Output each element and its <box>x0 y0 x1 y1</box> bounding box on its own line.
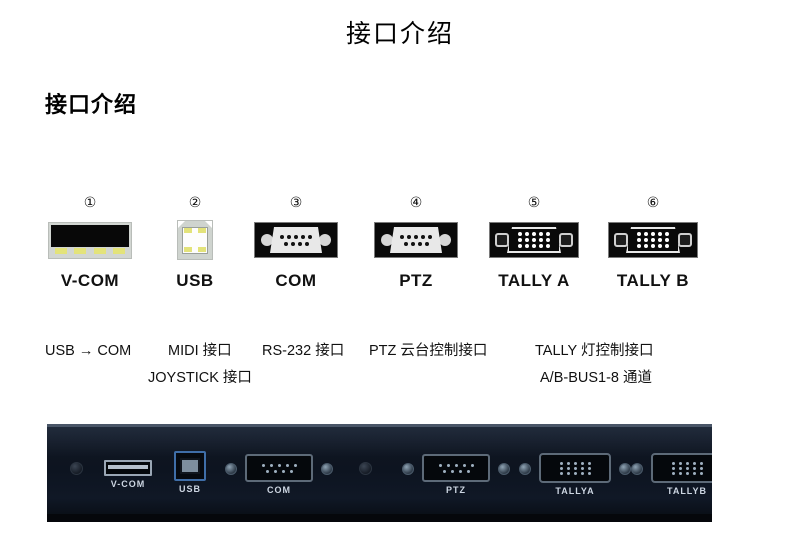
connector-number-4: ④ <box>409 195 423 211</box>
usb-a-port-icon <box>30 217 150 263</box>
connector-label-tally-a: TALLY A <box>498 271 570 290</box>
connector-item-tally-a: ⑤ TALLY A <box>474 196 594 291</box>
hd15-port-icon-tally-b <box>593 217 713 263</box>
connector-number-5: ⑤ <box>527 195 541 211</box>
panel-hd15-port-icon-tally-a <box>539 453 611 483</box>
connector-label-ptz: PTZ <box>399 271 433 290</box>
jack-screw-ptz-right <box>498 463 510 475</box>
panel-port-ptz: PTZ <box>422 454 490 495</box>
panel-db9-port-icon-com <box>245 454 313 482</box>
panel-port-v-com: V-COM <box>104 460 152 489</box>
panel-label-v-com: V-COM <box>110 479 146 489</box>
connector-descriptions: USB → COM MIDI 接口 JOYSTICK 接口 RS-232 接口 … <box>0 340 800 400</box>
jack-screw-tally-a-left <box>519 463 531 475</box>
db9-port-icon-com <box>236 217 356 263</box>
connector-number-1: ① <box>83 195 97 211</box>
chassis-screw-mid <box>359 462 372 475</box>
jack-screw-tally-b-left <box>631 463 643 475</box>
panel-usb-b-port-icon <box>174 451 206 481</box>
hd15-port-icon-tally-a <box>474 217 594 263</box>
section-heading: 接口介绍 <box>45 92 138 117</box>
panel-port-usb: USB <box>174 451 206 494</box>
connector-item-tally-b: ⑥ TALLY B <box>593 196 713 291</box>
panel-label-com: COM <box>267 485 291 495</box>
jack-screw-com-left <box>225 463 237 475</box>
panel-usb-a-port-icon <box>104 460 152 476</box>
description-tally-bus: A/B-BUS1-8 通道 <box>540 370 652 386</box>
connector-number-6: ⑥ <box>646 195 660 211</box>
jack-screw-com-right <box>321 463 333 475</box>
connector-item-v-com: ① V-COM <box>30 196 150 291</box>
page-title: 接口介绍 <box>345 21 454 48</box>
description-ptz: PTZ 云台控制接口 <box>369 343 488 359</box>
description-rs232: RS-232 接口 <box>262 343 345 359</box>
panel-port-tally-a: TALLYA <box>539 453 611 496</box>
panel-label-usb: USB <box>178 484 201 494</box>
description-usb-to-com: USB → COM <box>45 343 132 359</box>
jack-screw-ptz-left <box>402 463 414 475</box>
description-tally: TALLY 灯控制接口 <box>535 343 654 359</box>
rear-panel-photo: V-COM USB COM PTZ TALLYA TALLYB <box>47 424 712 522</box>
connector-number-3: ③ <box>289 195 303 211</box>
description-joystick: JOYSTICK 接口 <box>148 370 252 386</box>
panel-label-tally-a: TALLYA <box>555 486 595 496</box>
connector-item-ptz: ④ PTZ <box>356 196 476 291</box>
panel-sheen <box>47 427 712 457</box>
chassis-screw-left <box>70 462 83 475</box>
description-midi: MIDI 接口 <box>168 343 232 359</box>
panel-label-ptz: PTZ <box>446 485 466 495</box>
connector-diagram-row: ① V-COM ② USB ③ COM ④ PTZ ⑤ TALLY A ⑥ TA… <box>0 196 800 306</box>
panel-hd15-port-icon-tally-b <box>651 453 712 483</box>
panel-label-tally-b: TALLYB <box>666 486 707 496</box>
panel-db9-port-icon-ptz <box>422 454 490 482</box>
connector-item-com: ③ COM <box>236 196 356 291</box>
db9-port-icon-ptz <box>356 217 476 263</box>
connector-label-v-com: V-COM <box>60 271 120 290</box>
connector-label-tally-b: TALLY B <box>616 271 690 290</box>
panel-port-tally-b: TALLYB <box>651 453 712 496</box>
connector-label-com: COM <box>275 271 317 290</box>
panel-bottom-edge <box>47 514 712 522</box>
jack-screw-tally-a-right <box>619 463 631 475</box>
panel-port-com: COM <box>245 454 313 495</box>
panel-top-edge <box>47 424 712 427</box>
